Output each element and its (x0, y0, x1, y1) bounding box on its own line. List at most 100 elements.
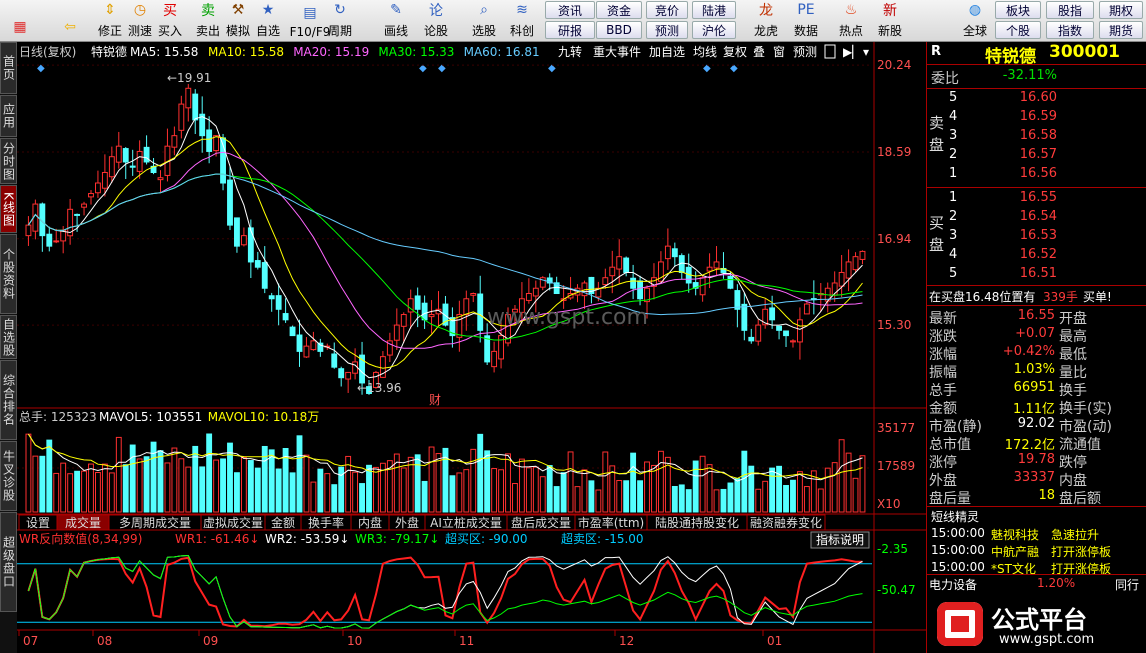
chart-header-button[interactable]: 窗 (773, 45, 785, 59)
star-icon: ★ (261, 2, 275, 18)
chart-header-button[interactable]: 加自选 (649, 45, 685, 59)
volume-bar (602, 451, 609, 513)
chart-header-button[interactable]: 九转 (558, 44, 582, 59)
indicator-tab[interactable]: 融资融券变化 (746, 514, 826, 531)
chart-header-button[interactable]: 叠 (753, 45, 765, 59)
ask-price[interactable]: 16.57 (987, 147, 1057, 162)
star-button[interactable]: ★ 自选 (250, 0, 286, 42)
ask-price[interactable]: 16.58 (987, 128, 1057, 143)
tab-label: 虚拟成交量 (203, 515, 263, 530)
panel-row: 3 16.53 (927, 228, 1146, 246)
left-tab[interactable]: 自选股 (0, 315, 17, 359)
left-tab[interactable]: 牛叉诊股 (0, 441, 17, 511)
volume-bar (247, 460, 254, 513)
toolbar-small-button[interactable]: 期权 (1099, 1, 1143, 19)
candle (616, 256, 623, 270)
toolbar-small-button[interactable]: 指数 (1046, 21, 1094, 39)
event-diamond-icon[interactable]: ◆ (703, 63, 711, 74)
tab-label: 多周期成交量 (119, 515, 191, 530)
ask-level: 5 (949, 90, 958, 105)
sprite-stock[interactable]: 魅视科技 (991, 526, 1039, 543)
stat-value: +0.42% (1002, 344, 1055, 359)
toolbar-small-button[interactable]: 个股 (995, 21, 1041, 39)
event-diamond-icon[interactable]: ◆ (438, 63, 446, 74)
ask-price[interactable]: 16.59 (987, 109, 1057, 124)
pen-button[interactable]: ✎ 画线 (378, 0, 414, 42)
indicator-tab[interactable]: 多周期成交量 (108, 514, 202, 531)
indicator-tab[interactable]: 盘后成交量 (506, 514, 576, 531)
chart-header-button[interactable]: 重大事件 (593, 45, 641, 59)
home-button[interactable]: ▦ (2, 0, 38, 42)
indicator-tab[interactable]: 虚拟成交量 (200, 514, 266, 531)
toolbar-small-button[interactable]: 竞价 (646, 1, 688, 19)
dragon-button[interactable]: 龙龙虎 (748, 0, 784, 42)
candle (734, 290, 741, 310)
finance-marker[interactable]: 财 (429, 393, 441, 407)
discuss-button[interactable]: 论论股 (418, 0, 454, 42)
sector-name[interactable]: 电力设备 (929, 576, 977, 593)
sprite-title[interactable]: 短线精灵 (931, 508, 979, 525)
toolbar-small-button[interactable]: 沪伦 (692, 21, 736, 39)
event-diamond-icon[interactable]: ◆ (730, 63, 738, 74)
hot-button[interactable]: ♨ 热点 (833, 0, 869, 42)
toolbar-small-button[interactable]: 资讯 (545, 1, 595, 19)
indicator-tab[interactable]: 成交量 (56, 514, 110, 531)
indicator-tab[interactable]: AI立桩成交量 (424, 514, 508, 531)
event-diamond-icon[interactable]: ◆ (548, 63, 556, 74)
panel-row: 外盘 33337 内盘 (927, 470, 1146, 489)
indicator-tab[interactable]: 金额 (264, 514, 302, 531)
toolbar-small-button[interactable]: 股指 (1046, 1, 1094, 19)
left-tab[interactable]: 首页 (0, 42, 17, 94)
magnifier-button[interactable]: ⌕ 选股 (466, 0, 502, 42)
ask-price[interactable]: 16.60 (987, 90, 1057, 105)
indicator-tab[interactable]: 设置 (18, 514, 58, 531)
stat-label: 金额 (929, 401, 957, 417)
event-diamond-icon[interactable]: ◆ (37, 63, 45, 74)
bid-price[interactable]: 16.54 (987, 209, 1057, 224)
indicator-tab[interactable]: 外盘 (388, 514, 426, 531)
candle (630, 277, 637, 289)
toolbar-small-button[interactable]: 资金 (596, 1, 642, 19)
newstock-button[interactable]: 新新股 (872, 0, 908, 42)
bid-price[interactable]: 16.51 (987, 266, 1057, 281)
candle (796, 319, 803, 343)
buy-button[interactable]: 买买入 (152, 0, 188, 42)
volume-bar (783, 485, 789, 513)
toolbar-small-button[interactable]: 研报 (545, 21, 595, 39)
left-tab[interactable]: 综合排名 (0, 360, 17, 440)
left-tab[interactable]: 超级盘口 (0, 512, 17, 612)
bid-price[interactable]: 16.55 (987, 190, 1057, 205)
toolbar-small-button[interactable]: 预测 (646, 21, 688, 39)
sprite-stock[interactable]: 中航产融 (991, 543, 1039, 560)
left-tab[interactable]: K线图 (0, 185, 17, 233)
toolbar-small-button[interactable]: 板块 (995, 1, 1041, 19)
indicator-tab[interactable]: 陆股通持股变化 (646, 514, 748, 531)
chart-button[interactable]: ≋ 科创 (504, 0, 540, 42)
stat-label-right: 开盘 (1059, 311, 1087, 327)
next-icon[interactable]: ▶▏ (843, 44, 861, 59)
cycle-button[interactable]: ↻ 周期 (322, 0, 358, 42)
stat-value: 66951 (1013, 380, 1055, 395)
chart-header-button[interactable]: 复权 (723, 45, 747, 59)
left-tab[interactable]: 应用 (0, 95, 17, 137)
left-tab[interactable]: 分时图 (0, 138, 17, 184)
chart-header-button[interactable]: 均线 (693, 45, 717, 59)
dropdown-icon[interactable]: ▾ (863, 45, 869, 59)
ask-price[interactable]: 16.56 (987, 166, 1057, 181)
indicator-tab[interactable]: 换手率 (300, 514, 352, 531)
toolbar-small-button[interactable]: BBD (596, 21, 642, 39)
sector-pct: 1.20% (1037, 576, 1076, 590)
toolbar-small-button[interactable]: 期货 (1099, 21, 1143, 39)
bid-price[interactable]: 16.53 (987, 228, 1057, 243)
globe-button[interactable]: ◍ 全球 (957, 0, 993, 42)
indicator-tab[interactable]: 内盘 (350, 514, 390, 531)
left-tab[interactable]: 个股资料 (0, 234, 17, 314)
toolbar-small-button[interactable]: 陆港 (692, 1, 736, 19)
bid-price[interactable]: 16.52 (987, 247, 1057, 262)
pe-button[interactable]: PE 数据 (788, 0, 824, 42)
back-arrow-button[interactable]: ⇦ (52, 0, 88, 42)
indicator-tab[interactable]: 市盈率(ttm) (574, 514, 648, 531)
volume-bar (53, 472, 60, 513)
event-diamond-icon[interactable]: ◆ (419, 63, 427, 74)
chart-header-button[interactable]: 预测 (793, 45, 817, 59)
